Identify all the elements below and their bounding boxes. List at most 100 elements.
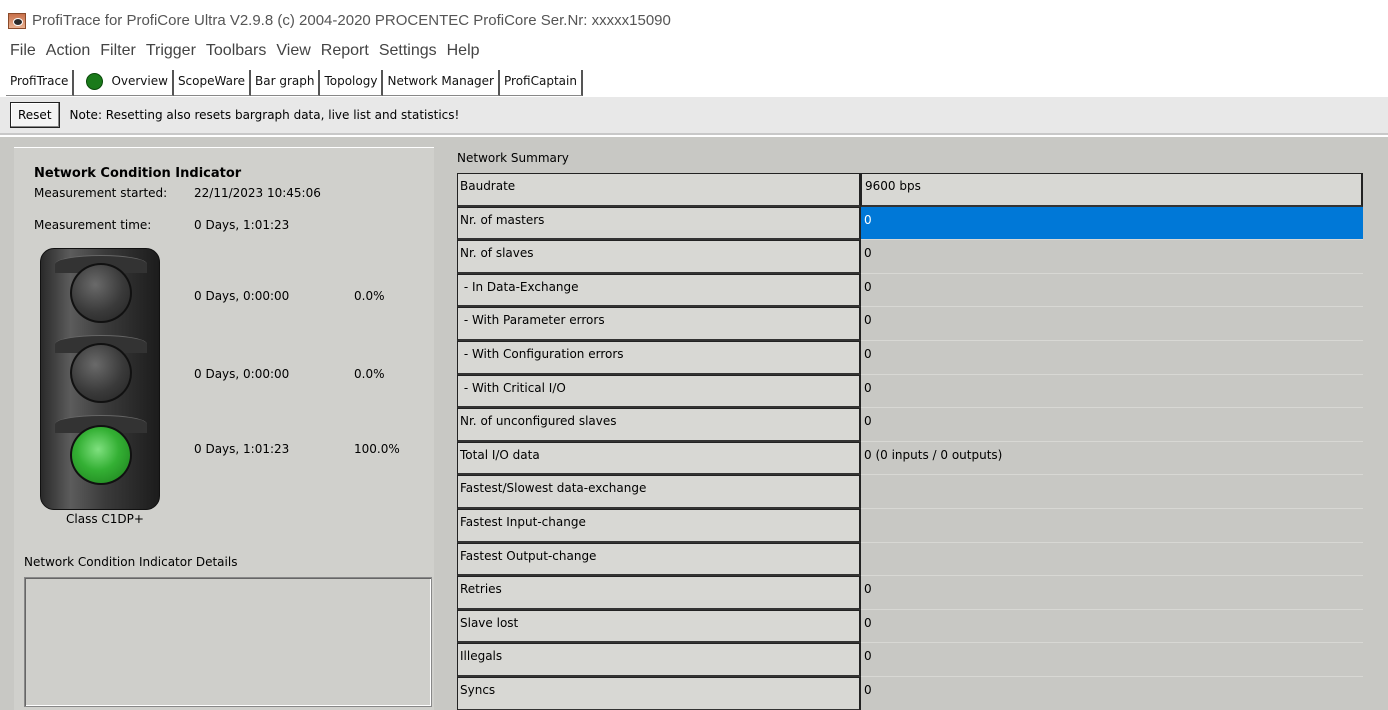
row-value[interactable]: 0 <box>861 609 1363 644</box>
row-value[interactable]: 0 <box>861 643 1363 677</box>
table-row[interactable]: Retries 0 <box>457 576 1363 610</box>
title-bar: ProfiTrace for ProfiCore Ultra V2.9.8 (c… <box>0 0 1388 38</box>
menu-file[interactable]: File <box>6 40 42 64</box>
row-value[interactable]: 0 <box>861 273 1363 308</box>
menu-report[interactable]: Report <box>317 40 375 64</box>
row-label: Nr. of slaves <box>457 240 861 274</box>
row-label: - With Configuration errors <box>457 340 861 375</box>
menu-view[interactable]: View <box>272 40 316 64</box>
row-label: Nr. of masters <box>457 206 861 241</box>
table-row[interactable]: - In Data-Exchange 0 <box>457 273 1363 308</box>
yellow-duration: 0 Days, 0:00:00 <box>194 367 290 381</box>
network-summary-grid: Baudrate 9600 bps Nr. of masters 0 Nr. of … <box>457 173 1363 710</box>
table-row[interactable]: - With Critical I/O 0 <box>457 374 1363 409</box>
row-label: Retries <box>457 576 861 610</box>
tab-label: Topology <box>324 74 378 88</box>
nci-details-box[interactable] <box>24 577 432 707</box>
tab-label: ScopeWare <box>177 74 245 88</box>
menu-trigger[interactable]: Trigger <box>142 40 202 64</box>
table-row[interactable]: - With Parameter errors 0 <box>457 307 1363 341</box>
yellow-percent: 0.0% <box>354 367 385 381</box>
tab-label: ProfiCaptain <box>504 74 577 88</box>
table-row[interactable]: Nr. of slaves 0 <box>457 240 1363 274</box>
table-row[interactable]: Illegals 0 <box>457 643 1363 677</box>
measurement-time-value: 0 Days, 1:01:23 <box>194 218 290 232</box>
tab-scopeware[interactable]: ScopeWare <box>173 70 251 96</box>
menu-settings[interactable]: Settings <box>375 40 443 64</box>
row-label: Fastest Output-change <box>457 542 861 577</box>
row-value[interactable] <box>861 542 1363 577</box>
menu-help[interactable]: Help <box>443 40 486 64</box>
measurement-time-label: Measurement time: <box>34 218 152 232</box>
tab-label: Overview <box>111 74 168 88</box>
green-light-icon <box>70 425 132 485</box>
row-label: Nr. of unconfigured slaves <box>457 408 861 442</box>
reset-note: Note: Resetting also resets bargraph dat… <box>69 108 460 122</box>
menu-bar: File Action Filter Trigger Toolbars View… <box>0 40 1388 64</box>
status-dot-icon <box>86 73 104 90</box>
row-value[interactable] <box>861 475 1363 509</box>
table-row[interactable]: Total I/O data 0 (0 inputs / 0 outputs) <box>457 441 1363 476</box>
table-row[interactable]: Fastest/Slowest data-exchange <box>457 475 1363 509</box>
tab-overview[interactable]: Overview <box>74 70 174 96</box>
red-percent: 0.0% <box>354 289 385 303</box>
row-label: Slave lost <box>457 609 861 644</box>
profitrace-app-icon[interactable] <box>8 13 26 29</box>
nci-details-label: Network Condition Indicator Details <box>24 555 238 569</box>
reset-button[interactable]: Reset <box>10 102 60 128</box>
row-value[interactable]: 0 (0 inputs / 0 outputs) <box>861 441 1363 476</box>
row-value[interactable] <box>861 508 1363 543</box>
yellow-light-icon <box>70 343 132 403</box>
row-label: - In Data-Exchange <box>457 273 861 308</box>
row-value[interactable]: 0 <box>861 576 1363 610</box>
tab-proficaptain[interactable]: ProfiCaptain <box>500 70 583 96</box>
row-value-selected[interactable]: 0 <box>861 206 1363 241</box>
window-title: ProfiTrace for ProfiCore Ultra V2.9.8 (c… <box>32 12 671 29</box>
class-label: Class C1DP+ <box>66 512 144 526</box>
tab-bar: ProfiTrace Overview ScopeWare Bar graph … <box>0 66 1388 96</box>
row-value[interactable]: 0 <box>861 676 1363 710</box>
measurement-started-label: Measurement started: <box>34 186 168 200</box>
row-label: - With Parameter errors <box>457 307 861 341</box>
green-percent: 100.0% <box>354 442 400 456</box>
row-label: Syncs <box>457 676 861 710</box>
tab-bar-graph[interactable]: Bar graph <box>251 70 321 96</box>
network-summary-panel: Network Summary Baudrate 9600 bps Nr. of … <box>444 137 1388 710</box>
tab-label: Network Manager <box>387 74 494 88</box>
row-label: Illegals <box>457 643 861 677</box>
row-label: Total I/O data <box>457 441 861 476</box>
table-row[interactable]: Syncs 0 <box>457 676 1363 710</box>
menu-action[interactable]: Action <box>42 40 96 64</box>
tab-network-manager[interactable]: Network Manager <box>383 70 500 96</box>
table-row[interactable]: Fastest Output-change <box>457 542 1363 577</box>
table-row[interactable]: Baudrate 9600 bps <box>457 173 1363 207</box>
row-label: Fastest/Slowest data-exchange <box>457 475 861 509</box>
row-label: Fastest Input-change <box>457 508 861 543</box>
tab-label: ProfiTrace <box>10 74 69 88</box>
traffic-light-icon <box>40 248 160 510</box>
row-label: Baudrate <box>457 173 861 207</box>
measurement-started-value: 22/11/2023 10:45:06 <box>194 186 321 200</box>
menu-toolbars[interactable]: Toolbars <box>202 40 272 64</box>
table-row[interactable]: - With Configuration errors 0 <box>457 340 1363 375</box>
tab-topology[interactable]: Topology <box>320 70 384 96</box>
tab-profitrace[interactable]: ProfiTrace <box>6 70 75 96</box>
table-row[interactable]: Fastest Input-change <box>457 508 1363 543</box>
row-value[interactable]: 0 <box>861 240 1363 274</box>
table-row[interactable]: Nr. of masters 0 <box>457 206 1363 241</box>
nci-title: Network Condition Indicator <box>34 166 242 181</box>
row-value[interactable]: 0 <box>861 340 1363 375</box>
green-duration: 0 Days, 1:01:23 <box>194 442 290 456</box>
table-row[interactable]: Nr. of unconfigured slaves 0 <box>457 408 1363 442</box>
red-duration: 0 Days, 0:00:00 <box>194 289 290 303</box>
menu-filter[interactable]: Filter <box>96 40 142 64</box>
table-row[interactable]: Slave lost 0 <box>457 609 1363 644</box>
row-value[interactable]: 0 <box>861 408 1363 442</box>
row-value[interactable]: 0 <box>861 374 1363 409</box>
workspace: Network Condition Indicator Measurement … <box>0 137 1388 710</box>
row-value[interactable]: 0 <box>861 307 1363 341</box>
row-value[interactable]: 9600 bps <box>861 173 1363 207</box>
row-label: - With Critical I/O <box>457 374 861 409</box>
network-summary-title: Network Summary <box>457 151 569 165</box>
tab-label: Bar graph <box>255 74 315 88</box>
